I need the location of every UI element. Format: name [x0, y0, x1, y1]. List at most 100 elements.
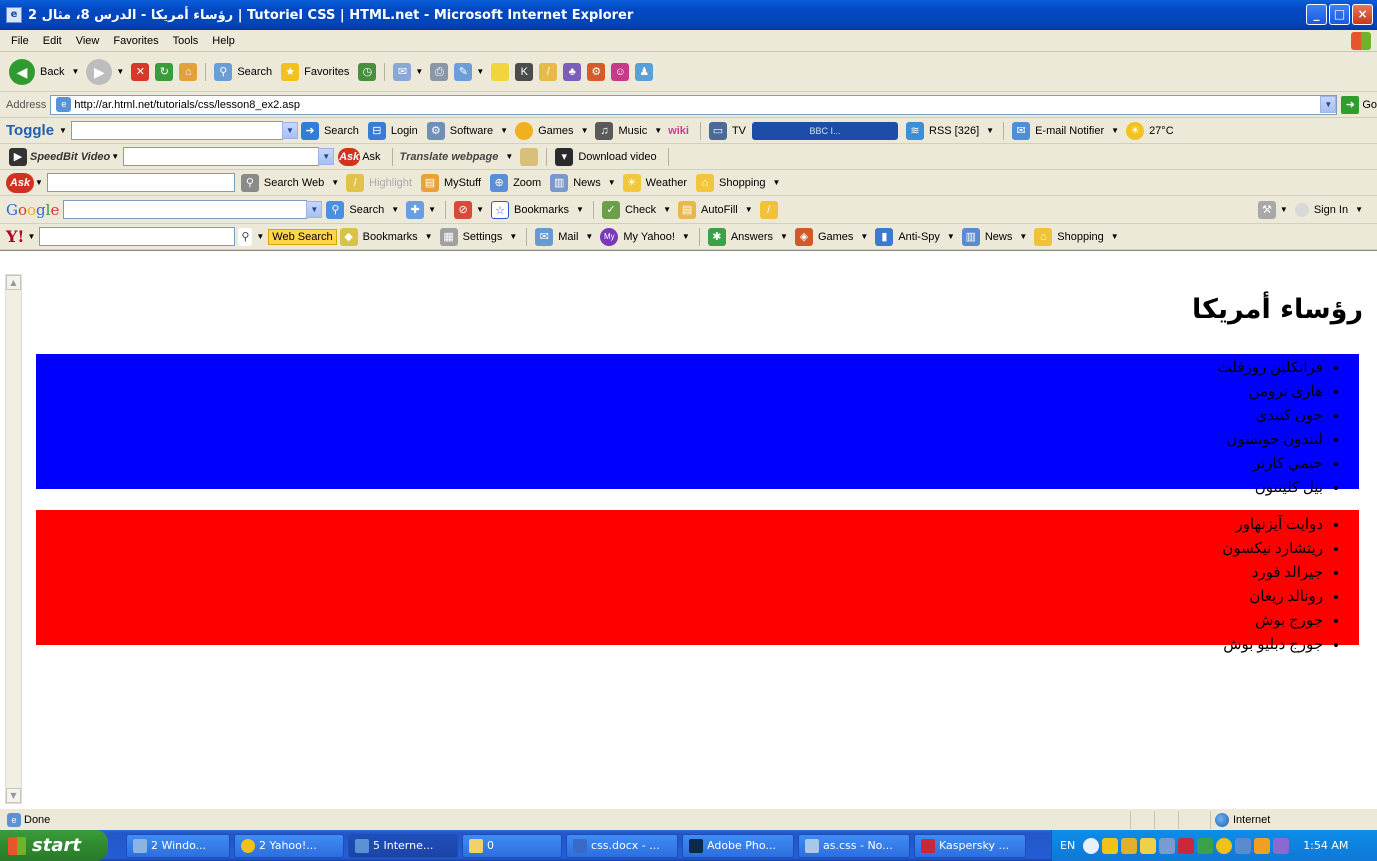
zoom-icon[interactable]: ⊕ [490, 173, 509, 192]
pen-icon[interactable]: / [539, 62, 558, 81]
vertical-scrollbar[interactable]: ▲ ▼ [5, 274, 22, 804]
edit-icon[interactable]: ✎ [454, 62, 473, 81]
mail-icon[interactable]: ✉ [393, 62, 412, 81]
tray-volume-icon[interactable] [1273, 837, 1290, 854]
ask-dropdown-icon[interactable]: ▼ [35, 178, 43, 187]
yahoo-games-icon[interactable]: ◈ [794, 227, 813, 246]
speedbit-ask-label[interactable]: Ask [362, 151, 380, 163]
edit-dropdown-icon[interactable]: ▼ [476, 67, 484, 76]
yahoo-news-dropdown-icon[interactable]: ▼ [1019, 232, 1027, 241]
yahoo-games-dropdown-icon[interactable]: ▼ [860, 232, 868, 241]
antispy-dropdown-icon[interactable]: ▼ [947, 232, 955, 241]
spellcheck-icon[interactable]: ✓ [601, 200, 620, 219]
check-label[interactable]: Check [625, 204, 656, 216]
search-go-icon[interactable]: ➜ [300, 121, 319, 140]
taskbar-item-folder[interactable]: 0 [462, 833, 562, 858]
settings-label[interactable]: Settings [463, 231, 503, 243]
signin-dropdown-icon[interactable]: ▼ [1355, 205, 1363, 214]
speedbit-dropdown-icon[interactable]: ▼ [111, 152, 119, 161]
taskbar-item-photoshop[interactable]: Adobe Pho... [682, 833, 794, 858]
forward-dropdown-icon[interactable]: ▼ [116, 67, 124, 76]
search-icon[interactable]: ⚲ [214, 62, 233, 81]
settings-dropdown-icon[interactable]: ▼ [509, 232, 517, 241]
rss-icon[interactable]: ≋ [906, 121, 924, 140]
answers-label[interactable]: Answers [731, 231, 773, 243]
highlighter-icon[interactable]: / [759, 200, 778, 219]
taskbar-item-ie[interactable]: 5 Interne... [348, 833, 458, 858]
yahoo-games-label[interactable]: Games [818, 231, 853, 243]
home-icon[interactable]: ⌂ [179, 62, 198, 81]
maximize-button[interactable]: □ [1329, 4, 1350, 25]
yahoo-search-icon[interactable]: ⚲ [238, 227, 253, 246]
weather-sun-icon[interactable]: ☀ [1126, 121, 1145, 140]
menu-view[interactable]: View [69, 35, 107, 47]
ask-search-input[interactable] [46, 173, 235, 192]
menu-help[interactable]: Help [205, 35, 242, 47]
search-web-label[interactable]: Search Web [264, 177, 324, 189]
yahoo-bookmarks-label[interactable]: Bookmarks [363, 231, 418, 243]
weather-label[interactable]: Weather [646, 177, 687, 189]
myyahoo-icon[interactable]: My [600, 227, 619, 246]
favorites-star-icon[interactable]: ★ [281, 62, 300, 81]
tv-label[interactable]: TV [732, 125, 746, 137]
yahoo-news-icon[interactable]: ▥ [961, 227, 980, 246]
address-dropdown-icon[interactable]: ▼ [1320, 96, 1337, 113]
back-dropdown-icon[interactable]: ▼ [71, 67, 79, 76]
games-label[interactable]: Games [538, 125, 573, 137]
yahoo-news-label[interactable]: News [985, 231, 1013, 243]
google-plus-dropdown-icon[interactable]: ▼ [428, 205, 436, 214]
popup-blocker-icon[interactable]: ⊘ [454, 200, 473, 219]
speedbit-search-dropdown-icon[interactable]: ▼ [318, 148, 335, 165]
toggle-search-label[interactable]: Search [324, 125, 359, 137]
email-notifier-icon[interactable]: ✉ [1012, 121, 1031, 140]
start-button[interactable]: start [0, 830, 108, 861]
menu-favorites[interactable]: Favorites [106, 35, 165, 47]
highlight-icon[interactable]: / [346, 173, 365, 192]
software-icon[interactable]: ⚙ [426, 121, 445, 140]
toggle-brand[interactable]: Toggle [6, 122, 54, 139]
translate-dropdown-icon[interactable]: ▼ [505, 152, 513, 161]
google-plus-icon[interactable]: ✚ [406, 200, 425, 219]
language-indicator[interactable]: EN [1060, 839, 1075, 852]
antispy-icon[interactable]: ▮ [875, 227, 894, 246]
music-label[interactable]: Music [618, 125, 647, 137]
google-search-dropdown-icon[interactable]: ▼ [391, 205, 399, 214]
ask-logo[interactable]: Ask [6, 172, 34, 193]
yahoo-shopping-label[interactable]: Shopping [1057, 231, 1104, 243]
software-dropdown-icon[interactable]: ▼ [500, 126, 508, 135]
go-arrow-icon[interactable]: ➜ [1341, 95, 1360, 114]
forward-arrow-icon[interactable]: ▶ [86, 58, 113, 85]
yahoo-shopping-dropdown-icon[interactable]: ▼ [1111, 232, 1119, 241]
tray-media-icon[interactable] [1254, 837, 1271, 854]
google-bookmarks-label[interactable]: Bookmarks [514, 204, 569, 216]
mystuff-label[interactable]: MyStuff [444, 177, 481, 189]
download-video-icon[interactable]: ▾ [555, 147, 574, 166]
menu-file[interactable]: File [4, 35, 36, 47]
news-icon[interactable]: ▥ [550, 173, 569, 192]
antispy-label[interactable]: Anti-Spy [898, 231, 940, 243]
download-video-label[interactable]: Download video [578, 151, 656, 163]
ask-news-label[interactable]: News [573, 177, 601, 189]
bookmarks-star-icon[interactable]: ☆ [490, 200, 509, 219]
google-search-label[interactable]: Search [349, 204, 384, 216]
mystuff-icon[interactable]: ▤ [420, 173, 439, 192]
toggle-search-input[interactable] [70, 121, 283, 140]
yahoo-dropdown-icon[interactable]: ▼ [27, 232, 35, 241]
games-dropdown-icon[interactable]: ▼ [581, 126, 589, 135]
search-web-dropdown-icon[interactable]: ▼ [331, 178, 339, 187]
tray-smiley-icon[interactable] [1140, 837, 1157, 854]
weather-icon[interactable]: ☀ [622, 173, 641, 192]
software-label[interactable]: Software [450, 125, 493, 137]
toggle-search-dropdown-icon[interactable]: ▼ [281, 122, 298, 139]
settings-gear-icon[interactable]: ⚙ [587, 62, 606, 81]
tray-update-icon[interactable] [1197, 837, 1214, 854]
tray-yahoo-icon[interactable] [1216, 837, 1233, 854]
ask-icon[interactable]: Ask [338, 147, 361, 166]
toggle-dropdown-icon[interactable]: ▼ [59, 126, 67, 135]
yahoo-bookmarks-icon[interactable]: ◆ [339, 227, 358, 246]
taskbar-item-notepad[interactable]: as.css - No... [798, 833, 910, 858]
speedbit-tool-icon[interactable] [520, 147, 539, 166]
wrench-dropdown-icon[interactable]: ▼ [1280, 205, 1288, 214]
wiki-label[interactable]: wiki [668, 125, 689, 137]
back-arrow-icon[interactable]: ◀ [9, 58, 35, 85]
